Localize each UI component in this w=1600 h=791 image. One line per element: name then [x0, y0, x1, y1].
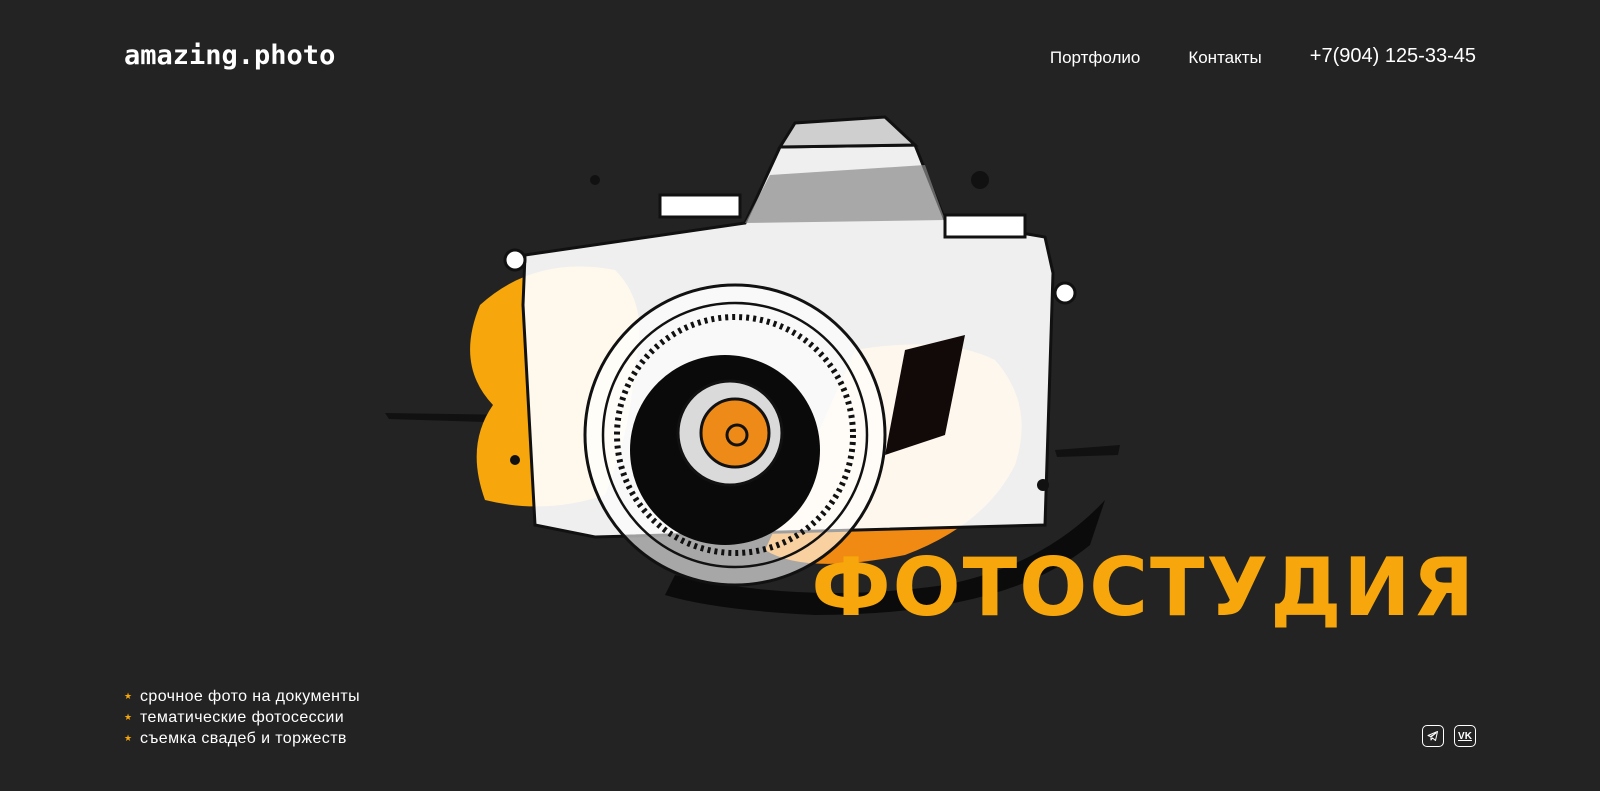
phone-link[interactable]: +7(904) 125-33-45: [1310, 45, 1476, 68]
ink-drop: [1037, 479, 1049, 491]
star-icon: ★: [124, 691, 133, 701]
top-dial-right: [943, 213, 1027, 239]
ink-drop: [590, 175, 600, 185]
site-logo[interactable]: amazing.photo: [124, 40, 335, 71]
list-item: ★ тематические фотосессии: [124, 707, 360, 728]
vk-icon[interactable]: VK: [1454, 725, 1476, 747]
nav-link-portfolio[interactable]: Портфолио: [1050, 48, 1140, 68]
strap-lug-left: [503, 248, 527, 272]
main-nav: Портфолио Контакты +7(904) 125-33-45: [1050, 45, 1476, 68]
service-label: съемка свадеб и торжеств: [140, 730, 347, 747]
service-label: тематические фотосессии: [140, 709, 345, 726]
nav-link-contacts[interactable]: Контакты: [1188, 48, 1261, 68]
star-icon: ★: [124, 712, 133, 722]
star-icon: ★: [124, 733, 133, 743]
ink-drop: [971, 171, 989, 189]
strap-lug-right: [1053, 281, 1077, 305]
top-dial-left: [658, 193, 742, 219]
telegram-icon[interactable]: [1422, 725, 1444, 747]
list-item: ★ срочное фото на документы: [124, 686, 360, 707]
telegram-glyph: [1427, 731, 1438, 741]
hero-title: ФОТОСТУДИЯ: [811, 541, 1476, 634]
landing-page: amazing.photo Портфолио Контакты +7(904)…: [0, 0, 1600, 791]
service-label: срочное фото на документы: [140, 688, 361, 705]
list-item: ★ съемка свадеб и торжеств: [124, 728, 360, 749]
social-links: VK: [1422, 725, 1476, 747]
viewfinder: [777, 115, 919, 149]
ink-drop: [510, 455, 520, 465]
strap-right: [1055, 445, 1120, 457]
lens-aperture: [699, 397, 771, 469]
services-list: ★ срочное фото на документы ★ тематическ…: [124, 686, 360, 749]
